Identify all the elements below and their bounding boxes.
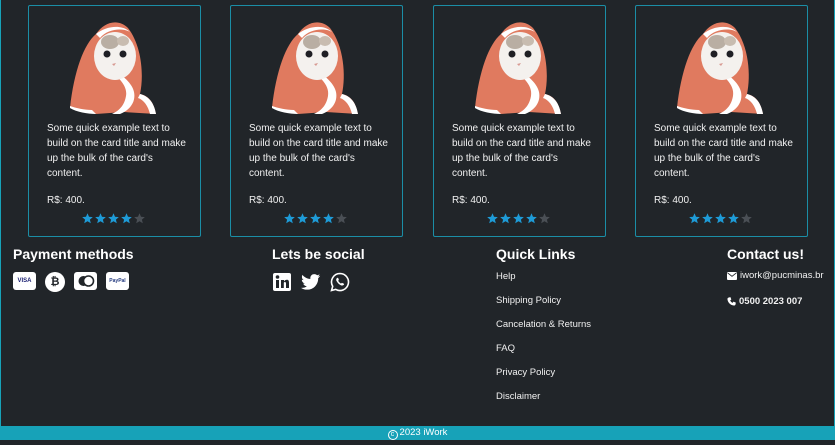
- star-filled-icon: [715, 213, 726, 224]
- social-title: Lets be social: [272, 246, 365, 262]
- product-image: [272, 22, 358, 114]
- link-privacy-policy[interactable]: Privacy Policy: [496, 368, 591, 392]
- star-rating: [487, 213, 550, 224]
- product-image: [475, 22, 561, 114]
- envelope-icon: [727, 271, 737, 280]
- bitcoin-icon: ₿: [45, 272, 65, 292]
- mastercard-icon: [74, 272, 97, 290]
- star-filled-icon: [513, 213, 524, 224]
- star-rating: [689, 213, 752, 224]
- product-card[interactable]: Some quick example text to build on the …: [230, 5, 403, 237]
- star-empty-icon: [539, 213, 550, 224]
- star-filled-icon: [95, 213, 106, 224]
- star-filled-icon: [284, 213, 295, 224]
- star-filled-icon: [689, 213, 700, 224]
- contact-phone[interactable]: 0500 2023 007: [727, 296, 824, 307]
- product-card[interactable]: Some quick example text to build on the …: [635, 5, 808, 237]
- copyright-text: 2023 iWork: [399, 427, 448, 438]
- star-filled-icon: [297, 213, 308, 224]
- payment-methods-title: Payment methods: [13, 246, 134, 262]
- star-filled-icon: [82, 213, 93, 224]
- star-filled-icon: [526, 213, 537, 224]
- linkedin-icon[interactable]: [272, 272, 292, 292]
- star-rating: [82, 213, 145, 224]
- paypal-label: PayPal: [109, 278, 126, 284]
- star-filled-icon: [702, 213, 713, 224]
- payment-methods-section: Payment methods VISA ₿ PayPal: [13, 246, 134, 292]
- star-filled-icon: [108, 213, 119, 224]
- star-filled-icon: [323, 213, 334, 224]
- contact-email-text: iwork@pucminas.br: [740, 270, 824, 281]
- star-filled-icon: [310, 213, 321, 224]
- quick-links-section: Quick Links Help Shipping Policy Cancela…: [496, 246, 591, 416]
- quick-links-title: Quick Links: [496, 246, 576, 262]
- link-faq[interactable]: FAQ: [496, 344, 591, 368]
- contact-section: Contact us! iwork@pucminas.br 0500 2023 …: [727, 246, 824, 307]
- product-image: [70, 22, 156, 114]
- star-filled-icon: [500, 213, 511, 224]
- twitter-icon[interactable]: [301, 272, 321, 292]
- star-filled-icon: [487, 213, 498, 224]
- link-shipping-policy[interactable]: Shipping Policy: [496, 296, 591, 320]
- card-text: Some quick example text to build on the …: [452, 123, 591, 179]
- card-price: R$: 400.: [452, 195, 490, 206]
- card-text: Some quick example text to build on the …: [654, 123, 793, 179]
- product-image: [677, 22, 763, 114]
- visa-label: VISA: [17, 278, 32, 284]
- link-help[interactable]: Help: [496, 272, 591, 296]
- bitcoin-label: ₿: [50, 276, 60, 288]
- star-rating: [284, 213, 347, 224]
- phone-icon: [727, 297, 736, 306]
- star-empty-icon: [741, 213, 752, 224]
- copyright-icon: c: [387, 430, 398, 440]
- card-price: R$: 400.: [249, 195, 287, 206]
- product-card[interactable]: Some quick example text to build on the …: [28, 5, 201, 237]
- contact-email[interactable]: iwork@pucminas.br: [727, 270, 824, 281]
- visa-icon: VISA: [13, 272, 36, 290]
- product-card[interactable]: Some quick example text to build on the …: [433, 5, 606, 237]
- link-cancelation-returns[interactable]: Cancelation & Returns: [496, 320, 591, 344]
- card-price: R$: 400.: [47, 195, 85, 206]
- paypal-icon: PayPal: [106, 272, 129, 290]
- link-disclaimer[interactable]: Disclaimer: [496, 392, 591, 416]
- social-section: Lets be social: [272, 246, 365, 292]
- card-price: R$: 400.: [654, 195, 692, 206]
- contact-phone-text: 0500 2023 007: [739, 296, 803, 307]
- star-empty-icon: [336, 213, 347, 224]
- card-text: Some quick example text to build on the …: [249, 123, 388, 179]
- star-filled-icon: [121, 213, 132, 224]
- contact-title: Contact us!: [727, 246, 804, 262]
- star-filled-icon: [728, 213, 739, 224]
- whatsapp-icon[interactable]: [330, 272, 350, 292]
- card-text: Some quick example text to build on the …: [47, 123, 186, 179]
- star-empty-icon: [134, 213, 145, 224]
- copyright-bar: c 2023 iWork: [0, 426, 835, 440]
